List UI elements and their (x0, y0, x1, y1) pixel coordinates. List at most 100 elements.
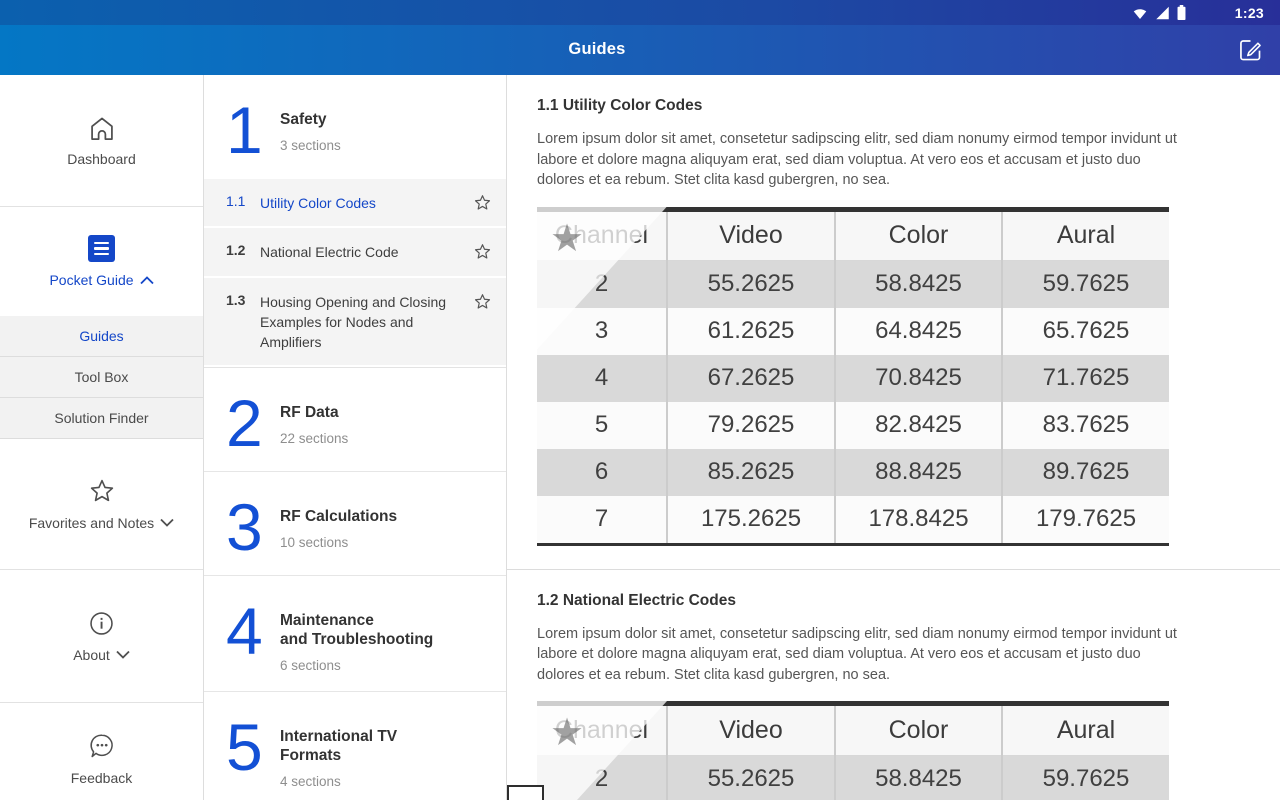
section-body: Lorem ipsum dolor sit amet, consetetur s… (537, 129, 1179, 191)
table-cell: 178.8425 (835, 496, 1002, 543)
table-cell: 88.8425 (835, 449, 1002, 496)
section-heading: 1.1 Utility Color Codes (537, 97, 1280, 115)
battery-icon (1177, 5, 1186, 20)
watermark-star-icon: ★ (550, 220, 584, 258)
table-cell: 179.7625 (1002, 496, 1169, 543)
subsection-number: 1.1 (226, 193, 260, 209)
toc-chapter[interactable]: 1Safety3 sections (204, 75, 506, 179)
chapter-title: RF Calculations (280, 508, 397, 527)
chapter-number: 3 (226, 500, 272, 554)
sidebar-subitem-guides[interactable]: Guides (0, 316, 203, 357)
clock-time: 1:23 (1235, 5, 1264, 21)
table-cell: 5 (537, 402, 667, 449)
chevron-up-icon (140, 276, 154, 285)
star-icon (88, 478, 116, 505)
table-cell: 7 (537, 496, 667, 543)
chevron-down-icon (116, 650, 130, 659)
table-cell: 67.2625 (667, 355, 835, 402)
chapter-title: International TV Formats (280, 728, 397, 766)
favorite-star-icon[interactable] (470, 242, 492, 261)
feedback-bubble-icon (88, 732, 116, 760)
sidebar-item-label: Favorites and Notes (29, 515, 154, 531)
table-cell: 6 (537, 449, 667, 496)
table-cell: 175.2625 (667, 496, 835, 543)
toc-chapter[interactable]: 2RF Data22 sections (204, 368, 506, 472)
chapter-section-count: 10 sections (280, 535, 397, 550)
table-cell: 71.7625 (1002, 355, 1169, 402)
favorite-star-icon[interactable] (470, 292, 492, 311)
table-cell: 59.7625 (1002, 261, 1169, 308)
table-row: 255.262558.842559.7625 (537, 261, 1169, 308)
sidebar-item-about[interactable]: About (0, 570, 203, 702)
table-row: 361.262564.842565.7625 (537, 308, 1169, 355)
sidebar-item-label: Feedback (71, 770, 132, 786)
chapter-number: 5 (226, 720, 272, 774)
chapter-number: 4 (226, 604, 272, 658)
sidebar-item-label: Dashboard (67, 151, 136, 167)
section-divider (507, 569, 1280, 570)
page-title: Guides (0, 40, 1194, 59)
toc-subsection[interactable]: 1.2National Electric Code (204, 228, 506, 277)
toc-chapter[interactable]: 3 RF Calculations 10 sections (204, 472, 506, 576)
table-row: 467.262570.842571.7625 (537, 355, 1169, 402)
toc-chapter[interactable]: 5International TV Formats4 sections (204, 692, 506, 800)
table-cell: 64.8425 (835, 308, 1002, 355)
table-cell: 58.8425 (835, 755, 1002, 800)
table-header-cell: Aural (1002, 212, 1169, 261)
table-cell: 82.8425 (835, 402, 1002, 449)
table-cell: 79.2625 (667, 402, 835, 449)
compose-button[interactable] (1237, 37, 1264, 64)
frequency-table: ChannelVideoColorAural255.262558.842559.… (537, 212, 1169, 543)
sidebar: Dashboard Pocket Guide GuidesTool BoxSol… (0, 75, 204, 800)
table-cell: 55.2625 (667, 261, 835, 308)
sidebar-item-label: Pocket Guide (49, 272, 133, 288)
subsection-number: 1.3 (226, 292, 260, 308)
table-of-contents: 1Safety3 sections1.1Utility Color Codes1… (204, 75, 507, 800)
frequency-table-wrap: ChannelVideoColorAural255.262558.842559.… (537, 701, 1169, 800)
table-cell: 65.7625 (1002, 308, 1169, 355)
table-cell: 59.7625 (1002, 755, 1169, 800)
sidebar-item-favorites[interactable]: Favorites and Notes (0, 439, 203, 569)
sidebar-item-dashboard[interactable]: Dashboard (0, 75, 203, 206)
chapter-section-count: 6 sections (280, 658, 433, 673)
table-cell: 85.2625 (667, 449, 835, 496)
sidebar-item-feedback[interactable]: Feedback (0, 703, 203, 800)
pocket-guide-sub-list: GuidesTool BoxSolution Finder (0, 316, 203, 439)
chapter-title: Maintenance and Troubleshooting (280, 612, 433, 650)
chapter-number: 1 (226, 103, 272, 157)
table-header-cell: Video (667, 212, 835, 261)
status-bar: 1:23 (0, 0, 1280, 25)
toc-chapter[interactable]: 4Maintenance and Troubleshooting 6 sectio… (204, 576, 506, 692)
info-icon (88, 610, 115, 637)
chapter-section-count: 3 sections (280, 138, 341, 153)
pocket-guide-icon (88, 235, 115, 262)
table-header-cell: Color (835, 212, 1002, 261)
subsection-title: National Electric Code (260, 242, 470, 262)
toc-subsection[interactable]: 1.3Housing Opening and Closing Examples … (204, 278, 506, 368)
section-body: Lorem ipsum dolor sit amet, consetetur s… (537, 624, 1179, 686)
table-cell: 58.8425 (835, 261, 1002, 308)
sidebar-item-label: About (73, 647, 110, 663)
favorite-star-icon[interactable] (470, 193, 492, 212)
table-row: 579.262582.842583.7625 (537, 402, 1169, 449)
chapter-section-count: 22 sections (280, 431, 348, 446)
content-section: 1.2 National Electric CodesLorem ipsum d… (537, 592, 1280, 800)
table-row: 255.262558.842559.7625 (537, 755, 1169, 800)
subsection-title: Housing Opening and Closing Examples for… (260, 292, 470, 353)
sidebar-subitem-tool-box[interactable]: Tool Box (0, 357, 203, 398)
table-cell: 89.7625 (1002, 449, 1169, 496)
content-section: 1.1 Utility Color Codes Lorem ipsum dolor… (537, 97, 1280, 546)
table-cell: 61.2625 (667, 308, 835, 355)
wifi-icon (1132, 6, 1148, 20)
chapter-title: RF Data (280, 404, 348, 423)
table-cell: 4 (537, 355, 667, 402)
table-cell: 55.2625 (667, 755, 835, 800)
table-cell: 83.7625 (1002, 402, 1169, 449)
subsection-title: Utility Color Codes (260, 193, 470, 213)
watermark-star-icon: ★ (550, 714, 584, 752)
table-header-cell: Video (667, 706, 835, 755)
toc-subsection[interactable]: 1.1Utility Color Codes (204, 179, 506, 228)
sidebar-subitem-solution-finder[interactable]: Solution Finder (0, 398, 203, 439)
sidebar-item-pocket-guide[interactable]: Pocket Guide (0, 207, 203, 316)
table-row: 7175.2625178.8425179.7625 (537, 496, 1169, 543)
